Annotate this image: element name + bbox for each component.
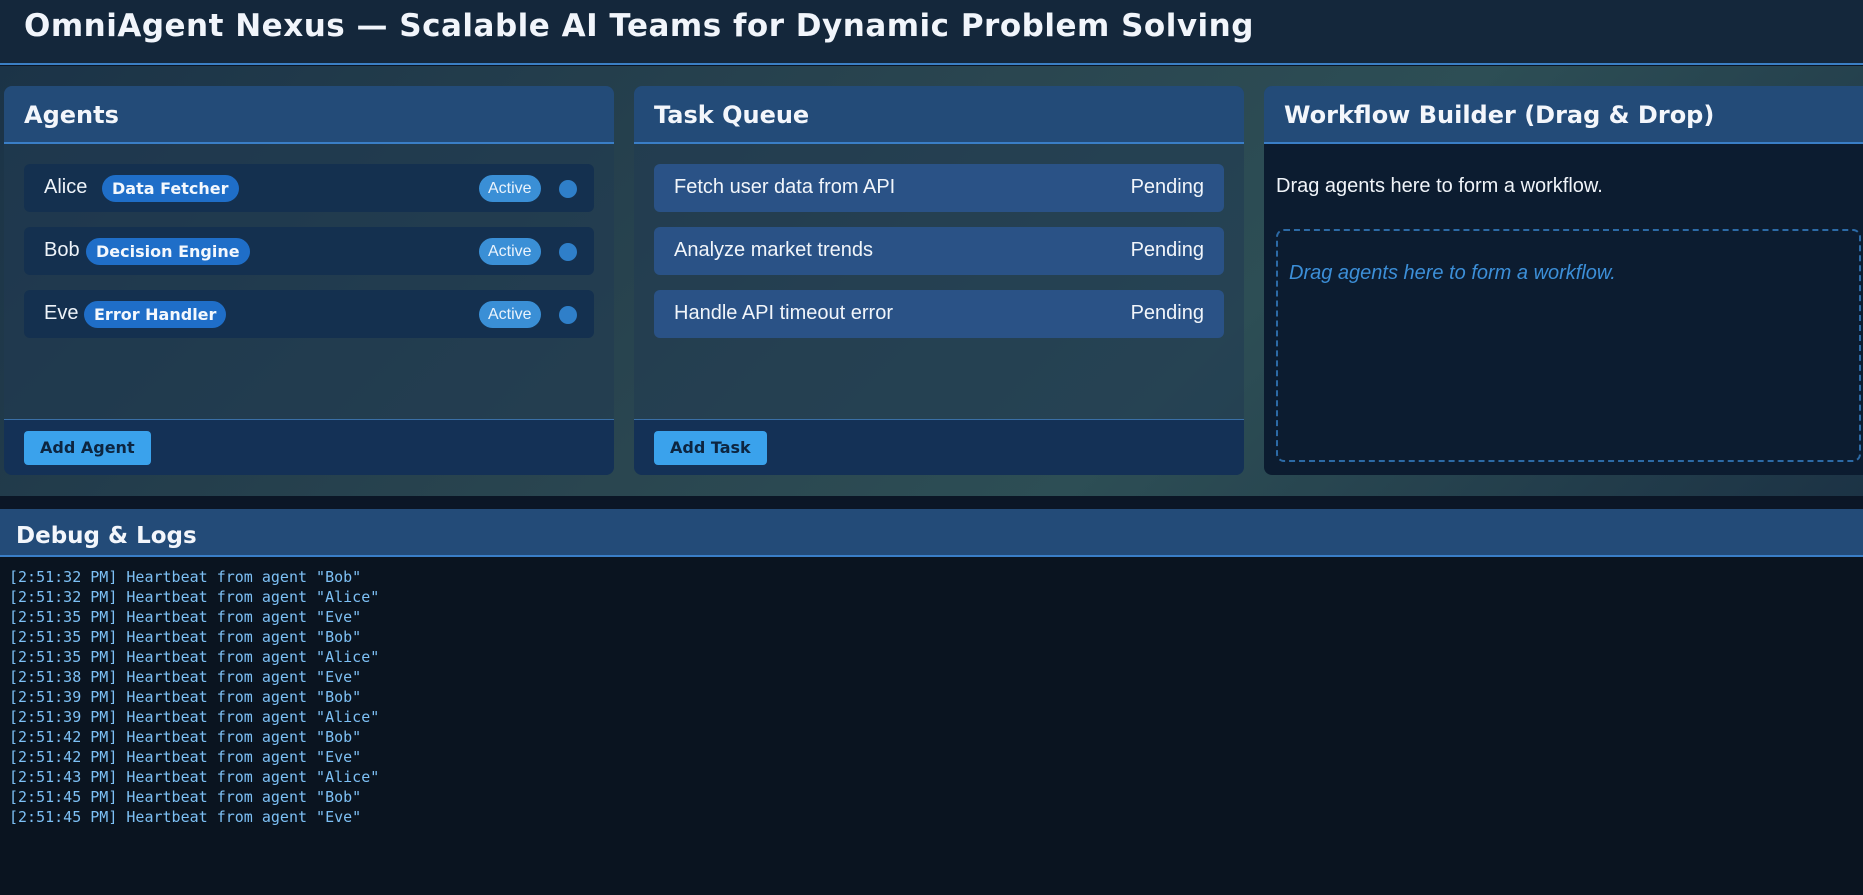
agent-role-badge: Data Fetcher (102, 175, 239, 202)
workflow-builder-body: Drag agents here to form a workflow. Dra… (1264, 144, 1863, 475)
task-row[interactable]: Handle API timeout error Pending (654, 290, 1224, 338)
log-line: [2:51:39 PM] Heartbeat from agent "Alice… (9, 708, 380, 726)
log-line: [2:51:38 PM] Heartbeat from agent "Eve" (9, 668, 362, 686)
agent-role-badge: Error Handler (84, 301, 227, 328)
workspace: Agents Alice Data Fetcher Active Bob Dec… (0, 66, 1863, 496)
agents-panel-header: Agents (4, 86, 614, 144)
task-queue-header: Task Queue (634, 86, 1244, 144)
workflow-builder-panel: Workflow Builder (Drag & Drop) Drag agen… (1264, 86, 1863, 475)
debug-title: Debug & Logs (16, 523, 197, 549)
drop-zone-placeholder: Drag agents here to form a workflow. (1289, 262, 1616, 284)
agent-row-bob[interactable]: Bob Decision Engine Active (24, 227, 594, 275)
agent-row-alice[interactable]: Alice Data Fetcher Active (24, 164, 594, 212)
agent-status-badge: Active (479, 175, 541, 202)
agent-status-badge: Active (479, 238, 541, 265)
agents-list: Alice Data Fetcher Active Bob Decision E… (4, 144, 614, 420)
agent-row-eve[interactable]: Eve Error Handler Active (24, 290, 594, 338)
log-line: [2:51:43 PM] Heartbeat from agent "Alice… (9, 768, 380, 786)
workflow-builder-header: Workflow Builder (Drag & Drop) (1264, 86, 1863, 144)
log-line-clipped (9, 557, 1854, 567)
log-line: [2:51:45 PM] Heartbeat from agent "Eve" (9, 808, 362, 826)
app-header: OmniAgent Nexus — Scalable AI Teams for … (0, 0, 1863, 65)
log-line: [2:51:35 PM] Heartbeat from agent "Alice… (9, 648, 380, 666)
task-list: Fetch user data from API Pending Analyze… (634, 144, 1244, 420)
agent-role-badge: Decision Engine (86, 238, 250, 265)
log-line: [2:51:39 PM] Heartbeat from agent "Bob" (9, 688, 362, 706)
agents-panel-footer: Add Agent (4, 419, 614, 475)
agent-name: Bob (44, 239, 80, 261)
log-line: [2:51:35 PM] Heartbeat from agent "Eve" (9, 608, 362, 626)
status-dot-icon (559, 243, 577, 261)
log-console[interactable]: [2:51:32 PM] Heartbeat from agent "Bob" … (0, 557, 1863, 895)
log-line: [2:51:45 PM] Heartbeat from agent "Bob" (9, 788, 362, 806)
task-status: Pending (1130, 239, 1204, 261)
log-line: [2:51:32 PM] Heartbeat from agent "Alice… (9, 588, 380, 606)
workflow-drop-zone[interactable]: Drag agents here to form a workflow. (1276, 229, 1861, 462)
task-queue-panel: Task Queue Fetch user data from API Pend… (634, 86, 1244, 475)
log-line: [2:51:42 PM] Heartbeat from agent "Bob" (9, 728, 362, 746)
log-line: [2:51:32 PM] Heartbeat from agent "Bob" (9, 568, 362, 586)
workflow-hint: Drag agents here to form a workflow. (1276, 175, 1603, 197)
agent-status-badge: Active (479, 301, 541, 328)
agents-panel-title: Agents (24, 101, 119, 129)
task-label: Handle API timeout error (674, 302, 893, 324)
status-dot-icon (559, 306, 577, 324)
app-title: OmniAgent Nexus — Scalable AI Teams for … (24, 8, 1254, 44)
task-label: Fetch user data from API (674, 176, 896, 198)
add-agent-button[interactable]: Add Agent (24, 431, 151, 465)
task-queue-title: Task Queue (654, 101, 810, 129)
agent-name: Alice (44, 176, 88, 198)
agents-panel: Agents Alice Data Fetcher Active Bob Dec… (4, 86, 614, 475)
log-line: [2:51:42 PM] Heartbeat from agent "Eve" (9, 748, 362, 766)
workflow-builder-title: Workflow Builder (Drag & Drop) (1284, 101, 1715, 129)
status-dot-icon (559, 180, 577, 198)
add-task-button[interactable]: Add Task (654, 431, 767, 465)
task-label: Analyze market trends (674, 239, 873, 261)
debug-header: Debug & Logs (0, 509, 1863, 557)
task-row[interactable]: Analyze market trends Pending (654, 227, 1224, 275)
task-row[interactable]: Fetch user data from API Pending (654, 164, 1224, 212)
task-queue-footer: Add Task (634, 419, 1244, 475)
task-status: Pending (1130, 302, 1204, 324)
agent-name: Eve (44, 302, 79, 324)
log-line: [2:51:35 PM] Heartbeat from agent "Bob" (9, 628, 362, 646)
task-status: Pending (1130, 176, 1204, 198)
